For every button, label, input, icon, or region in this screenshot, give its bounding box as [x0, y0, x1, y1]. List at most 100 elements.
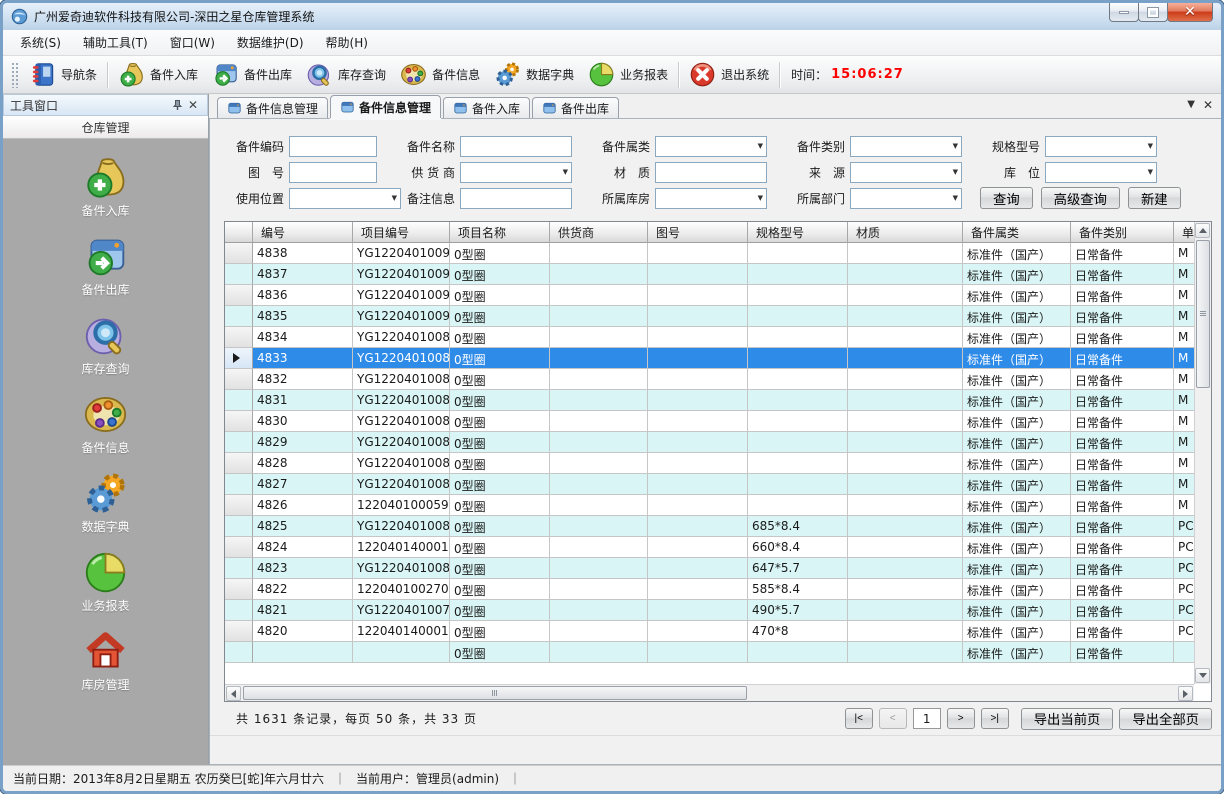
table-cell[interactable]: [848, 537, 963, 558]
table-cell[interactable]: 日常备件: [1071, 348, 1174, 369]
toolbar-navigator-button[interactable]: 导航条: [22, 58, 104, 91]
table-cell[interactable]: [848, 642, 963, 663]
tab-parts-info-manage-2[interactable]: 备件信息管理: [330, 95, 441, 118]
column-header[interactable]: 项目名称: [450, 222, 550, 243]
table-cell[interactable]: 0型圈: [450, 579, 550, 600]
table-cell[interactable]: M: [1174, 327, 1194, 348]
location-select[interactable]: [1045, 162, 1157, 183]
table-cell[interactable]: 日常备件: [1071, 600, 1174, 621]
table-cell[interactable]: [648, 495, 748, 516]
row-selector[interactable]: [225, 474, 253, 495]
owning-department-select[interactable]: [850, 188, 962, 209]
row-selector[interactable]: [225, 621, 253, 642]
next-page-button[interactable]: >: [947, 708, 975, 729]
column-header[interactable]: 材质: [848, 222, 963, 243]
table-cell[interactable]: 标准件（国产）: [963, 390, 1071, 411]
table-cell[interactable]: [848, 369, 963, 390]
table-cell[interactable]: 0型圈: [450, 411, 550, 432]
menu-window[interactable]: 窗口(W): [159, 31, 226, 54]
table-row[interactable]: 4837YG122040100920型圈标准件（国产）日常备件M: [225, 264, 1194, 285]
table-row-partial[interactable]: 0型圈标准件（国产）日常备件: [225, 642, 1194, 663]
usage-position-select[interactable]: [289, 188, 401, 209]
table-cell[interactable]: [648, 243, 748, 264]
sidebar-item-warehouse-manage[interactable]: 库房管理: [3, 629, 208, 693]
table-cell[interactable]: 标准件（国产）: [963, 285, 1071, 306]
table-cell[interactable]: 0型圈: [450, 432, 550, 453]
table-row[interactable]: 4823YG122040100800型圈647*5.7标准件（国产）日常备件PC: [225, 558, 1194, 579]
row-selector[interactable]: [225, 243, 253, 264]
table-cell[interactable]: 0型圈: [450, 600, 550, 621]
table-cell[interactable]: [848, 453, 963, 474]
table-cell[interactable]: 0型圈: [450, 558, 550, 579]
table-row[interactable]: 4825YG122040100810型圈685*8.4标准件（国产）日常备件PC: [225, 516, 1194, 537]
maximize-button[interactable]: [1138, 3, 1168, 22]
table-cell[interactable]: 日常备件: [1071, 537, 1174, 558]
table-cell[interactable]: M: [1174, 243, 1194, 264]
table-cell[interactable]: 490*5.7: [748, 600, 848, 621]
sidebar-item-business-report[interactable]: 业务报表: [3, 550, 208, 614]
prev-page-button[interactable]: <: [879, 708, 907, 729]
table-cell[interactable]: [848, 411, 963, 432]
parts-code-input[interactable]: [289, 136, 377, 157]
table-cell[interactable]: YG12204010084: [353, 432, 450, 453]
tab-parts-outbound[interactable]: 备件出库: [532, 97, 619, 118]
table-row[interactable]: 4838YG122040100930型圈标准件（国产）日常备件M: [225, 243, 1194, 264]
table-cell[interactable]: 日常备件: [1071, 285, 1174, 306]
row-selector[interactable]: [225, 495, 253, 516]
new-button[interactable]: 新建: [1128, 187, 1181, 209]
row-selector[interactable]: [225, 348, 253, 369]
table-cell[interactable]: 4823: [253, 558, 353, 579]
table-cell[interactable]: [550, 516, 648, 537]
table-cell[interactable]: [848, 558, 963, 579]
row-selector[interactable]: [225, 306, 253, 327]
table-cell[interactable]: YG12204010079: [353, 600, 450, 621]
table-cell[interactable]: 4826: [253, 495, 353, 516]
table-cell[interactable]: 4836: [253, 285, 353, 306]
table-cell[interactable]: [648, 285, 748, 306]
material-input[interactable]: [655, 162, 767, 183]
table-cell[interactable]: 4827: [253, 474, 353, 495]
table-cell[interactable]: 660*8.4: [748, 537, 848, 558]
parts-category-select[interactable]: [655, 136, 767, 157]
table-cell[interactable]: [748, 306, 848, 327]
table-cell[interactable]: 标准件（国产）: [963, 243, 1071, 264]
source-select[interactable]: [850, 162, 962, 183]
table-cell[interactable]: [550, 537, 648, 558]
table-cell[interactable]: 0型圈: [450, 453, 550, 474]
column-header[interactable]: 规格型号: [748, 222, 848, 243]
toolbar-business-report-button[interactable]: 业务报表: [581, 58, 675, 91]
current-page-input[interactable]: 1: [913, 708, 941, 729]
table-cell[interactable]: 4825: [253, 516, 353, 537]
table-cell[interactable]: YG12204010085: [353, 411, 450, 432]
scroll-up-icon[interactable]: [1195, 223, 1210, 238]
table-cell[interactable]: [848, 600, 963, 621]
table-cell[interactable]: [648, 474, 748, 495]
table-cell[interactable]: 0型圈: [450, 264, 550, 285]
row-selector[interactable]: [225, 600, 253, 621]
table-cell[interactable]: [648, 642, 748, 663]
table-cell[interactable]: 4834: [253, 327, 353, 348]
table-cell[interactable]: 1220401400013: [353, 621, 450, 642]
table-row[interactable]: 482412204014000120型圈660*8.4标准件（国产）日常备件PC: [225, 537, 1194, 558]
table-cell[interactable]: 4829: [253, 432, 353, 453]
table-cell[interactable]: [550, 306, 648, 327]
table-cell[interactable]: 日常备件: [1071, 327, 1174, 348]
table-cell[interactable]: 0型圈: [450, 306, 550, 327]
table-cell[interactable]: PC: [1174, 600, 1194, 621]
row-selector[interactable]: [225, 390, 253, 411]
table-row[interactable]: 482612204010005990型圈标准件（国产）日常备件M: [225, 495, 1194, 516]
table-cell[interactable]: [848, 285, 963, 306]
table-cell[interactable]: [748, 453, 848, 474]
table-cell[interactable]: [550, 621, 648, 642]
table-cell[interactable]: 4832: [253, 369, 353, 390]
table-cell[interactable]: 470*8: [748, 621, 848, 642]
table-cell[interactable]: [550, 285, 648, 306]
table-cell[interactable]: 4837: [253, 264, 353, 285]
row-selector[interactable]: [225, 411, 253, 432]
table-cell[interactable]: [550, 348, 648, 369]
table-cell[interactable]: PC: [1174, 558, 1194, 579]
table-cell[interactable]: 日常备件: [1071, 495, 1174, 516]
table-cell[interactable]: [550, 243, 648, 264]
table-cell[interactable]: M: [1174, 264, 1194, 285]
parts-name-input[interactable]: [460, 136, 572, 157]
